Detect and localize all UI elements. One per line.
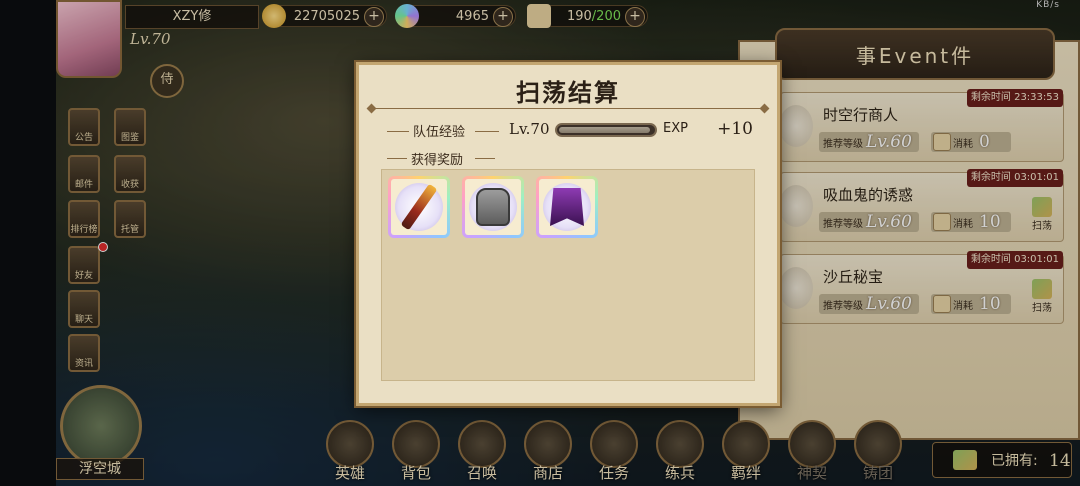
- rewards-area: [381, 169, 755, 381]
- team-exp-label: 队伍经验: [413, 125, 466, 140]
- exp-progress-fill: [559, 127, 651, 133]
- reward-item[interactable]: [462, 176, 524, 238]
- label-ornament: [387, 158, 407, 159]
- label-ornament: [387, 131, 409, 132]
- reward-item[interactable]: [388, 176, 450, 238]
- rewards-label: 获得奖励: [411, 153, 464, 168]
- exp-unit: EXP: [663, 121, 688, 136]
- exp-progress-bar: [555, 123, 657, 137]
- sweep-result-dialog: 扫荡结算 队伍经验 Lv.70 EXP +10 获得奖励: [356, 62, 780, 406]
- exp-gain: +10: [717, 119, 753, 139]
- title-divider: [371, 108, 763, 109]
- label-ornament: [475, 158, 495, 159]
- team-exp-row: 队伍经验 Lv.70 EXP +10: [381, 119, 755, 142]
- label-ornament: [475, 131, 499, 132]
- steel-armor-icon: [476, 188, 510, 226]
- dialog-title: 扫荡结算: [516, 79, 620, 107]
- team-level: Lv.70: [509, 120, 550, 138]
- reward-item[interactable]: [536, 176, 598, 238]
